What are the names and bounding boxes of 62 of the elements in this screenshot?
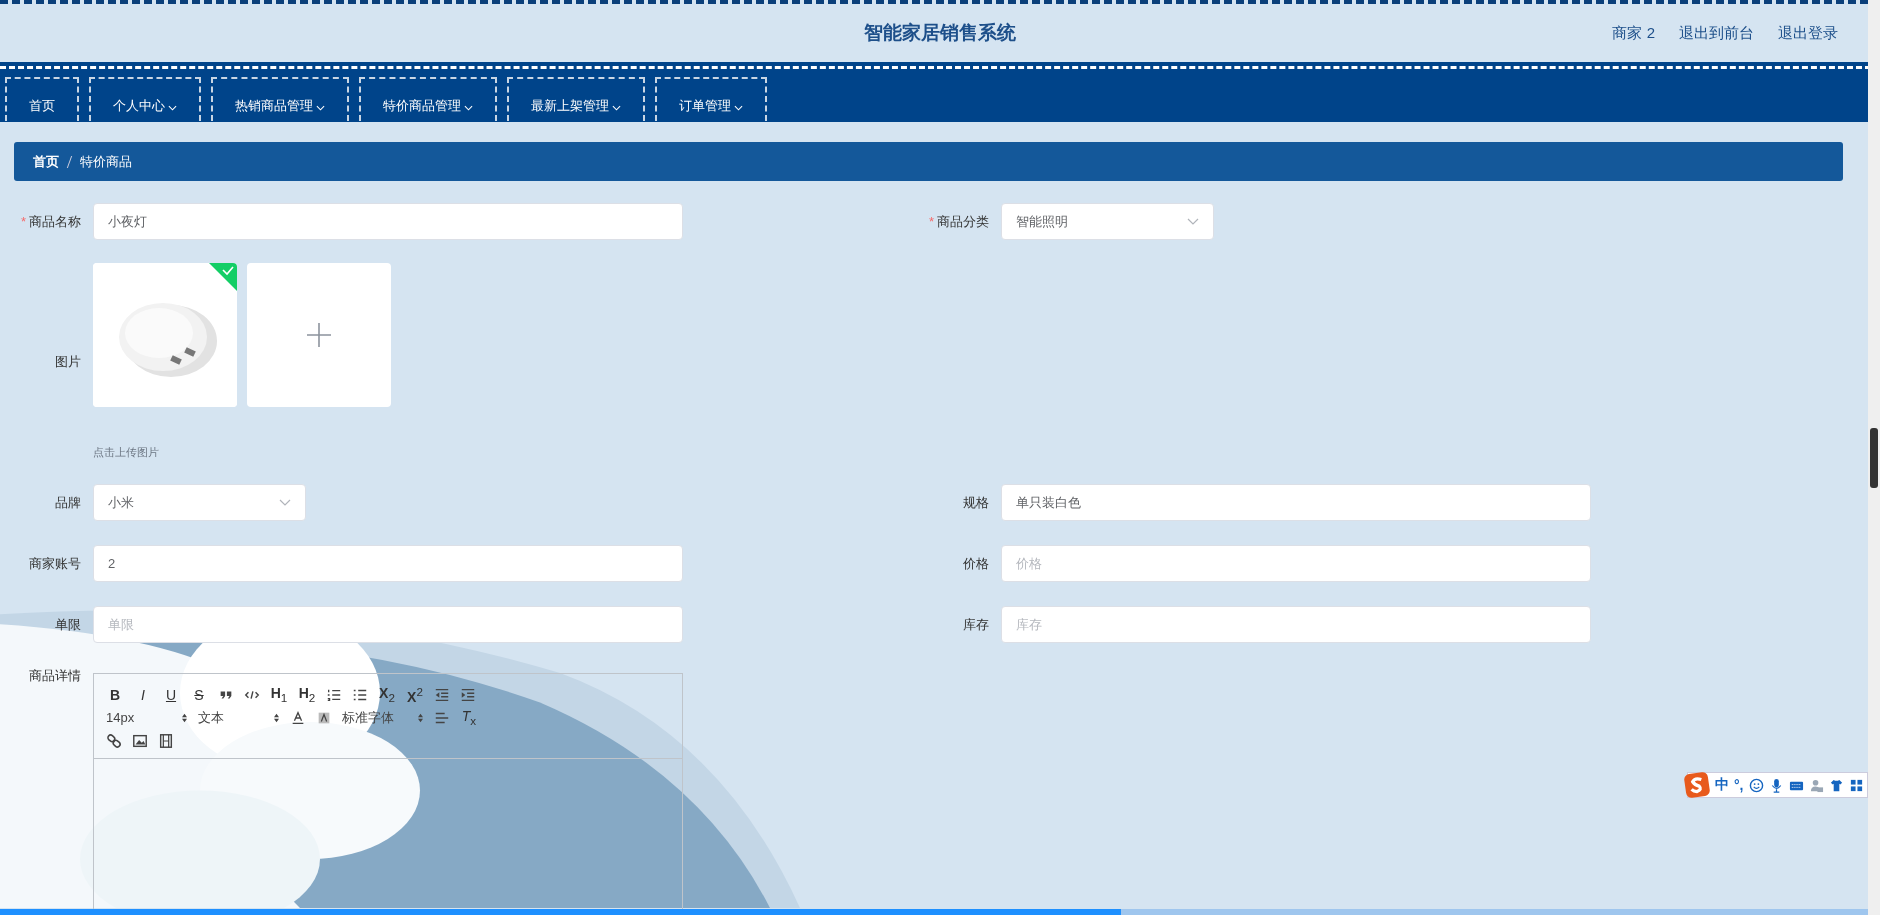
nav-tab[interactable]: 最新上架管理 <box>507 77 645 121</box>
editor-dropdown[interactable]: 文本 <box>198 708 280 727</box>
underline-button[interactable]: U <box>162 686 180 703</box>
outdent-icon[interactable] <box>434 686 450 703</box>
format-button[interactable]: X$^{2}$ <box>406 684 424 705</box>
format-button[interactable]: T$_{x}$ <box>460 708 478 727</box>
field-label: 规格 <box>963 493 989 512</box>
header-link[interactable]: 退出登录 <box>1778 24 1838 43</box>
site-title: 智能家居销售系统 <box>864 21 1016 45</box>
nav-tab[interactable]: 热销商品管理 <box>211 77 349 121</box>
field-label: 价格 <box>963 554 989 573</box>
grid-icon[interactable] <box>1848 777 1864 793</box>
format-button[interactable]: H$_{1}$ <box>270 685 288 704</box>
field-label: 商品名称 <box>29 212 81 231</box>
film-icon[interactable] <box>158 732 174 749</box>
header-link[interactable]: 退出到前台 <box>1679 24 1754 43</box>
input-field[interactable]: 库存 <box>1001 606 1591 643</box>
required-mark: * <box>928 214 934 229</box>
chevron-icon <box>279 499 291 506</box>
scrollbar[interactable] <box>1868 0 1880 915</box>
nav-tab[interactable]: 特价商品管理 <box>359 77 497 121</box>
format-button[interactable]: H$_{2}$ <box>298 685 316 704</box>
indent-icon[interactable] <box>460 686 476 703</box>
header-link[interactable]: 商家 2 <box>1612 24 1655 43</box>
link-icon[interactable] <box>106 732 122 749</box>
format-button[interactable]: B <box>106 686 124 703</box>
strike-button[interactable]: S <box>190 686 208 703</box>
select-field[interactable]: 智能照明 <box>1001 203 1214 240</box>
input-field[interactable]: 小夜灯 <box>93 203 683 240</box>
sort-arrows-icon <box>273 712 280 723</box>
input-field[interactable]: 2 <box>93 545 683 582</box>
image-icon[interactable] <box>132 732 148 749</box>
chevron-icon <box>1187 218 1199 225</box>
sort-arrows-icon <box>417 712 424 723</box>
breadcrumb-current: 特价商品 <box>80 152 132 171</box>
select-field[interactable]: 小米 <box>93 484 306 521</box>
input-field[interactable]: 价格 <box>1001 545 1591 582</box>
ime-punctuation[interactable]: °, <box>1734 777 1744 793</box>
input-field[interactable]: 单限 <box>93 606 683 643</box>
nav-tab[interactable]: 首页 <box>5 77 79 121</box>
nav-tab[interactable]: 个人中心 <box>89 77 201 121</box>
ime-mode[interactable]: 中 <box>1715 776 1729 794</box>
shirt-icon[interactable] <box>1828 777 1844 793</box>
field-label: 品牌 <box>55 493 81 512</box>
plus-icon <box>307 323 331 347</box>
sort-arrows-icon <box>181 712 188 723</box>
breadcrumb-link[interactable]: 首页 <box>33 152 59 171</box>
font-color-icon[interactable] <box>290 709 306 726</box>
field-label: 商品分类 <box>937 212 989 231</box>
upload-hint: 点击上传图片 <box>93 445 160 460</box>
field-label: 图片 <box>55 353 81 371</box>
editor-dropdown[interactable]: 14px <box>106 710 188 725</box>
field-label: 商品详情 <box>29 667 81 685</box>
editor-dropdown[interactable]: 标准字体 <box>342 708 424 727</box>
field-label: 单限 <box>55 615 81 634</box>
field-label: 商家账号 <box>29 554 81 573</box>
format-button[interactable]: I <box>134 686 152 703</box>
input-field[interactable]: 单只装白色 <box>1001 484 1591 521</box>
field-label: 库存 <box>963 615 989 634</box>
smiley-icon[interactable] <box>1748 777 1764 793</box>
nav-tab[interactable]: 订单管理 <box>655 77 767 121</box>
required-mark: * <box>20 214 26 229</box>
